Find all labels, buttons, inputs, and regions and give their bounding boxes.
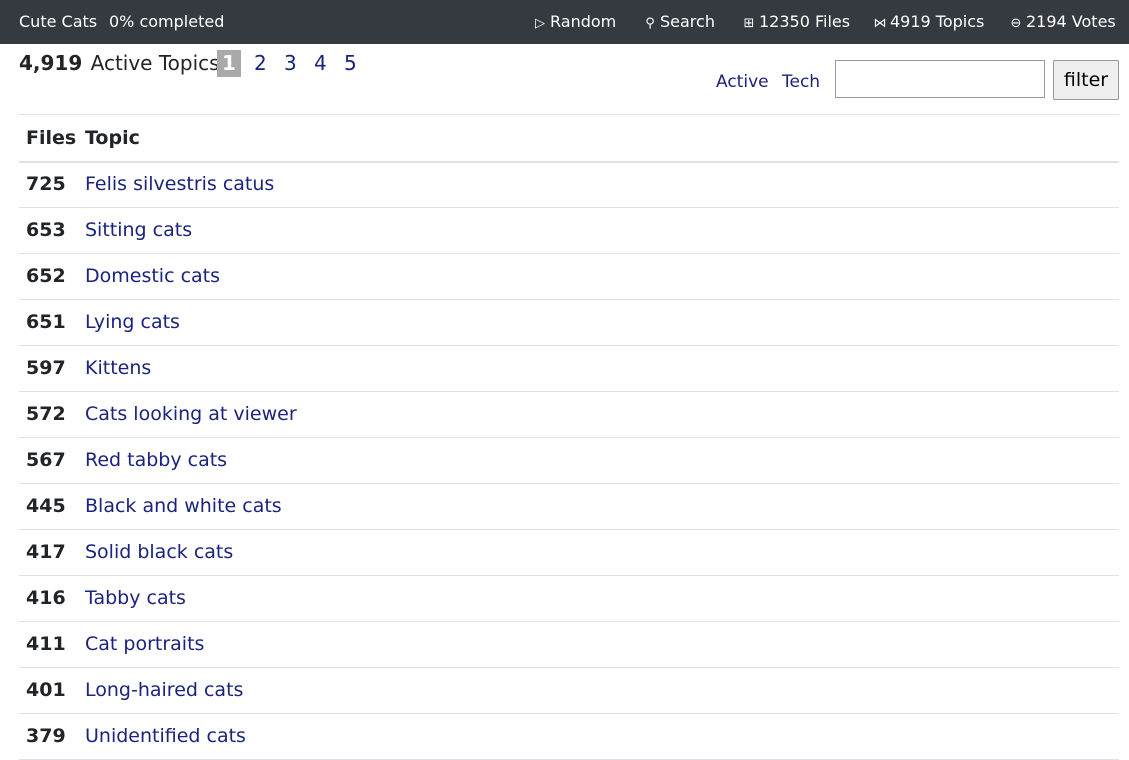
- row-topic-link[interactable]: Kittens: [85, 357, 151, 379]
- topics-link[interactable]: ⋈ 4919 Topics: [873, 12, 985, 31]
- column-header-files: Files: [26, 127, 77, 149]
- row-topic-link[interactable]: Solid black cats: [85, 541, 233, 563]
- row-file-count: 572: [26, 403, 66, 425]
- row-file-count: 417: [26, 541, 66, 563]
- topic-count-label: Active Topics:: [90, 51, 227, 75]
- row-file-count: 725: [26, 173, 66, 195]
- files-link[interactable]: ⊞ 12350 Files: [742, 12, 851, 31]
- row-file-count: 567: [26, 449, 66, 471]
- grid-icon: ⊞: [743, 16, 755, 31]
- table-row: 652 Domestic cats: [19, 254, 1119, 300]
- row-topic-link[interactable]: Cats looking at viewer: [85, 403, 297, 425]
- row-topic-link[interactable]: Black and white cats: [85, 495, 282, 517]
- topics-summary: 4,919 Active Topics:: [19, 51, 226, 75]
- table-row: 401 Long-haired cats: [19, 668, 1119, 714]
- votes-label: 2194 Votes: [1026, 12, 1116, 31]
- tech-filter-link[interactable]: Tech: [782, 72, 820, 92]
- bowtie-icon: ⋈: [873, 16, 887, 31]
- row-file-count: 651: [26, 311, 66, 333]
- table-row: 445 Black and white cats: [19, 484, 1119, 530]
- table-row: 653 Sitting cats: [19, 208, 1119, 254]
- row-file-count: 652: [26, 265, 66, 287]
- table-row: 417 Solid black cats: [19, 530, 1119, 576]
- files-label: 12350 Files: [759, 12, 851, 31]
- row-file-count: 379: [26, 725, 66, 747]
- row-topic-link[interactable]: Lying cats: [85, 311, 180, 333]
- page-3-link[interactable]: 3: [284, 51, 297, 75]
- row-topic-link[interactable]: Felis silvestris catus: [85, 173, 274, 195]
- page-4-link[interactable]: 4: [314, 51, 327, 75]
- page-2-link[interactable]: 2: [254, 51, 267, 75]
- table-row: 416 Tabby cats: [19, 576, 1119, 622]
- row-topic-link[interactable]: Unidentified cats: [85, 725, 246, 747]
- search-label: Search: [660, 12, 715, 31]
- topics-label: 4919 Topics: [890, 12, 985, 31]
- row-file-count: 445: [26, 495, 66, 517]
- topic-count: 4,919: [19, 51, 83, 75]
- row-topic-link[interactable]: Sitting cats: [85, 219, 192, 241]
- search-link[interactable]: ⚲ Search: [643, 12, 715, 31]
- table-row: 572 Cats looking at viewer: [19, 392, 1119, 438]
- page-5-link[interactable]: 5: [344, 51, 357, 75]
- page-1-current[interactable]: 1: [217, 50, 241, 77]
- filter-button[interactable]: filter: [1053, 60, 1119, 100]
- play-icon: ▷: [535, 16, 545, 31]
- table-row: 379 Unidentified cats: [19, 714, 1119, 760]
- random-label: Random: [550, 12, 617, 31]
- table-row: 725 Felis silvestris catus: [19, 162, 1119, 208]
- votes-link[interactable]: ⊖ 2194 Votes: [1009, 12, 1116, 31]
- table-row: 651 Lying cats: [19, 300, 1119, 346]
- brand-title[interactable]: Cute Cats: [19, 12, 97, 31]
- row-topic-link[interactable]: Cat portraits: [85, 633, 204, 655]
- table-row: 597 Kittens: [19, 346, 1119, 392]
- active-filter-link[interactable]: Active: [716, 72, 769, 92]
- circle-minus-icon: ⊖: [1010, 16, 1022, 31]
- topics-table-body: 725 Felis silvestris catus 653 Sitting c…: [19, 162, 1119, 760]
- search-icon: ⚲: [645, 16, 655, 31]
- row-file-count: 653: [26, 219, 66, 241]
- table-row: 411 Cat portraits: [19, 622, 1119, 668]
- row-file-count: 597: [26, 357, 66, 379]
- top-navbar: Cute Cats 0% completed ▷ Random ⚲ Search ⊞…: [0, 0, 1129, 44]
- table-header: Files Topic: [19, 115, 1119, 163]
- row-topic-link[interactable]: Tabby cats: [85, 587, 186, 609]
- row-file-count: 401: [26, 679, 66, 701]
- table-row: 567 Red tabby cats: [19, 438, 1119, 484]
- filter-input[interactable]: [835, 60, 1045, 98]
- progress-text: 0% completed: [109, 12, 225, 31]
- column-header-topic: Topic: [85, 127, 140, 149]
- row-file-count: 416: [26, 587, 66, 609]
- row-file-count: 411: [26, 633, 66, 655]
- row-topic-link[interactable]: Red tabby cats: [85, 449, 227, 471]
- row-topic-link[interactable]: Long-haired cats: [85, 679, 243, 701]
- random-link[interactable]: ▷ Random: [533, 12, 616, 31]
- row-topic-link[interactable]: Domestic cats: [85, 265, 220, 287]
